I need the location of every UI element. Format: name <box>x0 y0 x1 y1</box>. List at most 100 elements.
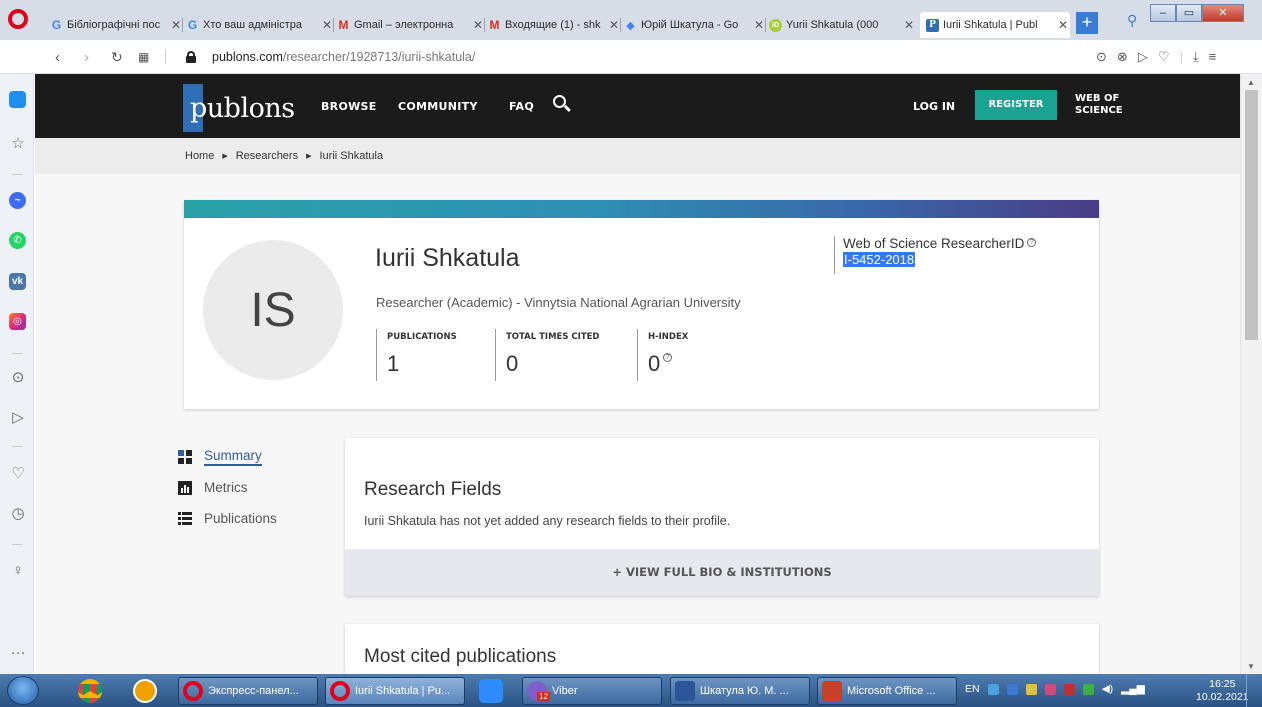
start-button[interactable] <box>7 676 39 705</box>
system-tray: EN ◀) ▂▄▆ <box>965 683 1145 695</box>
zoom-icon[interactable] <box>479 679 503 703</box>
url-field[interactable]: publons.com/researcher/1928713/iurii-shk… <box>212 50 475 64</box>
close-tab-icon[interactable]: ✕ <box>471 18 485 32</box>
address-bar: ‹ › ↻ ▦ publons.com/researcher/1928713/i… <box>0 40 1262 74</box>
close-tab-icon[interactable]: ✕ <box>169 18 183 32</box>
browser-tab[interactable]: ◆ Юрій Шкатула - Go ✕ <box>624 12 766 38</box>
system-clock[interactable]: 16:25 10.02.2021 <box>1196 678 1249 704</box>
language-indicator[interactable]: EN <box>965 683 980 695</box>
research-fields-text: Iurii Shkatula has not yet added any res… <box>364 514 731 528</box>
vk-icon[interactable]: vk <box>9 273 26 290</box>
power-tray-icon[interactable] <box>1082 683 1094 695</box>
close-tab-icon[interactable]: ✕ <box>752 18 766 32</box>
taskbar-word-document[interactable]: Шкатула Ю. М. ... <box>670 677 810 705</box>
forward-icon[interactable]: › <box>84 49 89 66</box>
nav-faq[interactable]: FAQ <box>509 100 534 113</box>
help-icon[interactable]: ? <box>1027 238 1037 247</box>
app-launcher-icon[interactable] <box>133 679 157 703</box>
view-full-bio-button[interactable]: + VIEW FULL BIO & INSTITUTIONS <box>345 549 1099 596</box>
browser-tab[interactable]: M Gmail – электронна ✕ <box>337 12 485 38</box>
metric-publications[interactable]: PUBLICATIONS 1 <box>376 329 486 381</box>
tips-icon[interactable]: ♀ <box>9 562 27 579</box>
login-link[interactable]: LOG IN <box>913 100 955 113</box>
opera-logo-icon[interactable] <box>8 9 28 29</box>
register-button[interactable]: REGISTER <box>975 90 1057 120</box>
player-icon[interactable]: ⊙ <box>9 368 27 386</box>
breadcrumb-researchers[interactable]: Researchers <box>236 150 298 162</box>
star-icon[interactable]: ☆ <box>9 134 27 152</box>
search-icon[interactable] <box>553 95 571 113</box>
metric-total-times-cited[interactable]: TOTAL TIMES CITED 0 <box>495 329 625 381</box>
show-desktop-button[interactable] <box>1246 674 1262 707</box>
shield-tray-icon[interactable] <box>1006 683 1018 695</box>
gmail-icon: M <box>338 18 349 32</box>
download-icon[interactable]: ⤓ <box>1193 49 1199 65</box>
close-tab-icon[interactable]: ✕ <box>1056 18 1070 32</box>
taskbar-microsoft-office[interactable]: Microsoft Office ... <box>817 677 957 705</box>
lock-icon[interactable] <box>186 51 196 63</box>
breadcrumb-home[interactable]: Home <box>185 150 214 162</box>
scroll-up-icon[interactable]: ▲ <box>1247 78 1255 87</box>
close-window-button[interactable]: ✕ <box>1202 4 1244 22</box>
signal-icon[interactable]: ▂▄▆ <box>1121 683 1145 695</box>
home-icon[interactable] <box>9 91 26 108</box>
camera-icon[interactable]: ⊙ <box>1096 49 1107 65</box>
caret-right-icon: ▶ <box>222 153 228 160</box>
page-viewport: publons BROWSE COMMUNITY FAQ LOG IN REGI… <box>35 74 1240 674</box>
window-controls: – ▭ ✕ <box>1150 4 1244 22</box>
update-tray-icon[interactable] <box>1025 683 1037 695</box>
breadcrumb: Home ▶ Researchers ▶ Iurii Shkatula <box>185 150 383 162</box>
scroll-down-icon[interactable]: ▼ <box>1247 662 1255 671</box>
close-tab-icon[interactable]: ✕ <box>902 18 916 32</box>
taskbar-opera-publons[interactable]: Iurii Shkatula | Pu... <box>325 677 465 705</box>
whatsapp-icon[interactable]: ✆ <box>9 232 26 249</box>
history-icon[interactable]: ◷ <box>9 504 27 522</box>
site-header: publons BROWSE COMMUNITY FAQ LOG IN REGI… <box>35 74 1240 138</box>
tabs-grid-icon[interactable]: ▦ <box>138 50 149 64</box>
metric-h-index[interactable]: H-INDEX 0? <box>637 329 727 381</box>
publons-logo[interactable]: publons <box>183 84 299 132</box>
taskbar-viber[interactable]: 12 Viber <box>522 677 662 705</box>
close-tab-icon[interactable]: ✕ <box>607 18 621 32</box>
app-tray-icon[interactable] <box>1044 683 1056 695</box>
wos-id-value[interactable]: I-5452-2018 <box>843 252 916 267</box>
browser-tab[interactable]: G Хто ваш адміністра ✕ <box>186 12 334 38</box>
browser-tab[interactable]: iD Yurii Shkatula (000 ✕ <box>769 12 916 38</box>
sidenav-summary[interactable]: Summary <box>178 448 262 466</box>
minimize-button[interactable]: – <box>1150 4 1176 22</box>
chrome-icon[interactable] <box>78 679 102 703</box>
scrollbar-thumb[interactable] <box>1245 90 1258 340</box>
page-scrollbar[interactable]: ▲ ▼ <box>1240 74 1262 674</box>
bookmarks-heart-icon[interactable]: ♡ <box>9 464 27 482</box>
most-cited-title: Most cited publications <box>364 646 557 667</box>
nav-browse[interactable]: BROWSE <box>321 100 377 113</box>
instagram-icon[interactable]: ◎ <box>9 313 26 330</box>
new-tab-button[interactable]: + <box>1076 12 1098 34</box>
heart-icon[interactable]: ♡ <box>1158 49 1170 65</box>
web-of-science-link[interactable]: WEB OF SCIENCE <box>1075 93 1123 117</box>
send-icon[interactable]: ▷ <box>1138 49 1148 65</box>
flag-tray-icon[interactable] <box>1063 683 1075 695</box>
taskbar-opera-express[interactable]: Экспресс-панел... <box>178 677 318 705</box>
tab-search-icon[interactable]: ⚲ <box>1127 12 1137 29</box>
messenger-icon[interactable]: ~ <box>9 192 26 209</box>
sidenav-metrics[interactable]: Metrics <box>178 480 248 495</box>
help-icon[interactable]: ? <box>663 353 673 362</box>
browser-tab[interactable]: M Входящие (1) - shk ✕ <box>488 12 621 38</box>
orcid-icon: iD <box>769 18 782 32</box>
network-tray-icon[interactable] <box>987 683 999 695</box>
viber-icon: 12 <box>527 681 550 701</box>
maximize-button[interactable]: ▭ <box>1176 4 1202 22</box>
more-icon[interactable]: ··· <box>9 644 27 661</box>
flow-icon[interactable]: ▷ <box>9 408 27 426</box>
close-tab-icon[interactable]: ✕ <box>320 18 334 32</box>
browser-tab[interactable]: G Бібліографічні пос ✕ <box>50 12 183 38</box>
back-icon[interactable]: ‹ <box>55 49 60 66</box>
adblock-icon[interactable]: ⊗ <box>1117 49 1128 65</box>
volume-icon[interactable]: ◀) <box>1102 683 1114 695</box>
reload-icon[interactable]: ↻ <box>111 49 123 66</box>
browser-tab-active[interactable]: P Iurii Shkatula | Publ ✕ <box>920 12 1070 38</box>
easy-setup-icon[interactable]: ≡ <box>1209 49 1217 65</box>
nav-community[interactable]: COMMUNITY <box>398 100 478 113</box>
sidenav-publications[interactable]: Publications <box>178 511 277 526</box>
